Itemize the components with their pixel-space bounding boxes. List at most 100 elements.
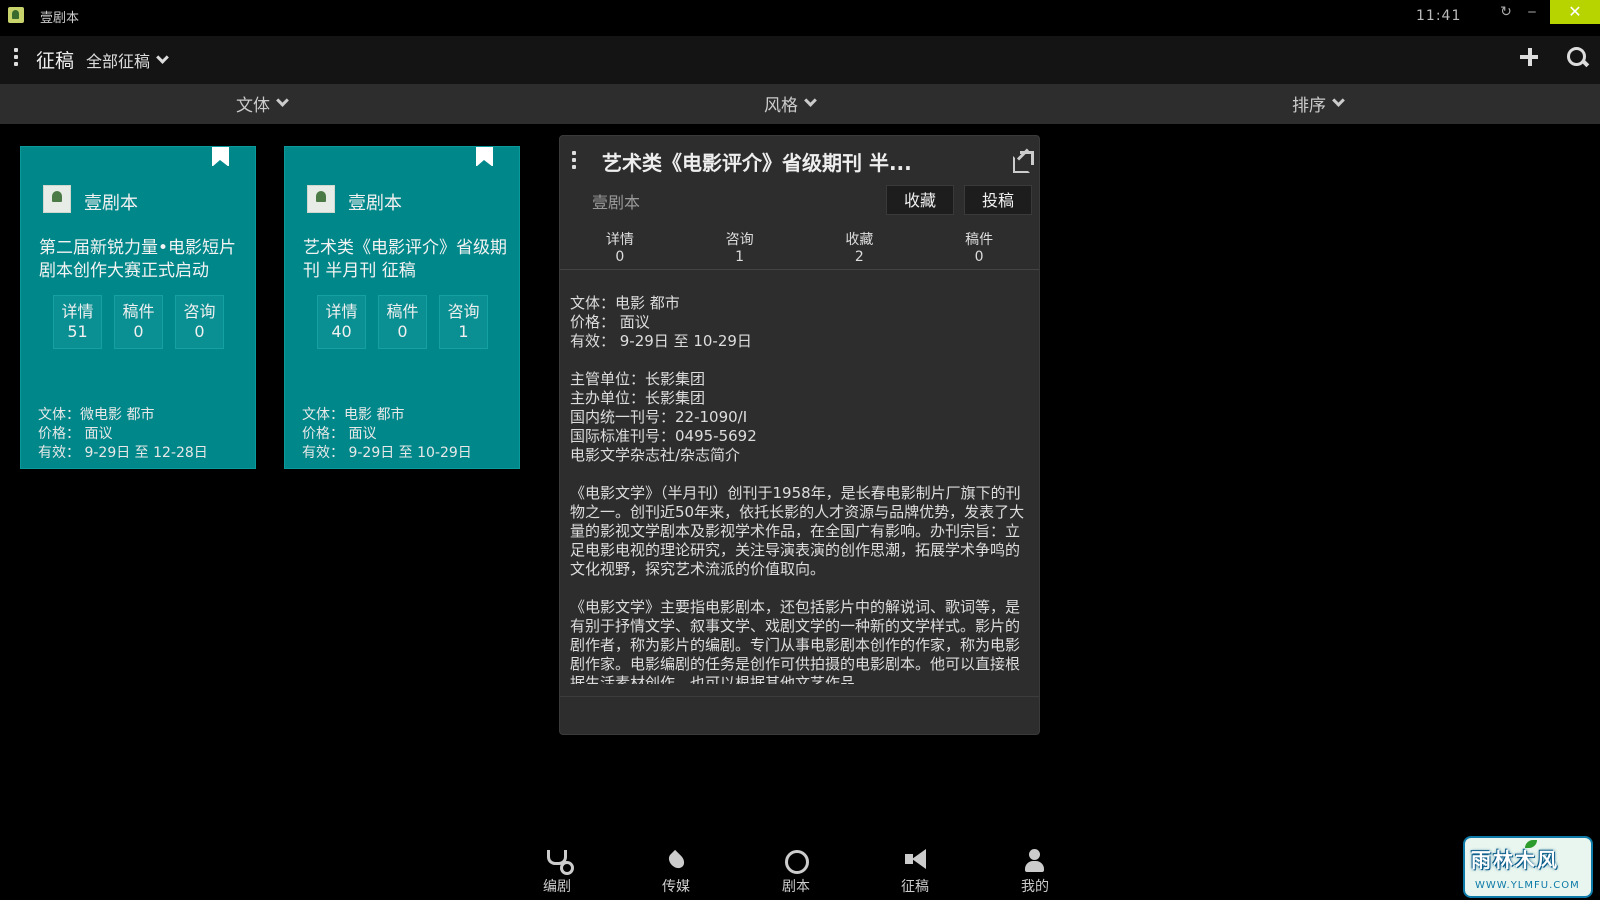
genre-filter[interactable]: 文体 xyxy=(236,91,289,116)
org-logo xyxy=(43,185,71,213)
minimize-button[interactable]: ‒ xyxy=(1520,0,1544,24)
nav-label: 我的 xyxy=(1021,879,1049,895)
card-title: 艺术类《电影评介》省级期刊 半月刊 征稿 xyxy=(303,238,507,281)
stat-value: 51 xyxy=(67,322,88,341)
stat-inquiries: 咨询 1 xyxy=(439,295,488,349)
close-button[interactable]: ✕ xyxy=(1550,0,1600,24)
nav-screenwriter[interactable]: 编剧 xyxy=(532,848,582,896)
card-validity: 有效： 9-29日 至 12-28日 xyxy=(38,445,208,461)
detail-organizer: 主办单位：长影集团 xyxy=(570,389,706,407)
stat-label: 详情 xyxy=(61,302,94,321)
person-icon xyxy=(1022,848,1048,874)
watermark-logo: 雨林木风 WWW.YLMFU.COM xyxy=(1463,836,1593,898)
card-org: 壹剧本 xyxy=(84,193,138,214)
detail-menu-icon[interactable] xyxy=(570,151,578,173)
nav-calls[interactable]: 征稿 xyxy=(890,848,940,896)
card-stats: 详情 51 稿件 0 咨询 0 xyxy=(53,295,224,349)
style-filter[interactable]: 风格 xyxy=(764,91,817,116)
detail-paragraph: 《电影文学》（半月刊）创刊于1958年，是长春电影制片厂旗下的刊物之一。创刊近5… xyxy=(570,484,1025,578)
detail-intro-heading: 电影文学杂志社/杂志简介 xyxy=(570,446,741,464)
all-calls-dropdown[interactable]: 全部征稿 xyxy=(86,48,169,72)
sort-filter-label: 排序 xyxy=(1292,96,1326,116)
window-titlebar: 壹剧本 11:41 ↻ ‒ ✕ xyxy=(0,0,1600,32)
genre-filter-label: 文体 xyxy=(236,96,270,116)
nav-label: 剧本 xyxy=(782,879,810,895)
filter-bar: 文体 风格 排序 xyxy=(0,84,1600,124)
card-price: 价格： 面议 xyxy=(38,426,113,442)
chevron-down-icon xyxy=(804,94,817,107)
sort-filter[interactable]: 排序 xyxy=(1292,91,1345,116)
external-link-icon[interactable] xyxy=(1012,148,1034,173)
stat-label: 稿件 xyxy=(965,232,994,248)
card-meta: 文体：微电影 都市 价格： 面议 有效： 9-29日 至 12-28日 xyxy=(38,406,208,463)
submit-button[interactable]: 投稿 xyxy=(964,185,1032,215)
stethoscope-icon xyxy=(544,848,574,875)
megaphone-icon xyxy=(902,848,928,874)
stat-label: 稿件 xyxy=(122,302,155,321)
detail-validity: 有效： 9-29日 至 10-29日 xyxy=(570,332,752,350)
stat-label: 收藏 xyxy=(845,232,874,248)
card-validity: 有效： 9-29日 至 10-29日 xyxy=(302,445,472,461)
stat-label: 稿件 xyxy=(386,302,419,321)
nav-media[interactable]: 传媒 xyxy=(651,848,701,896)
detail-org: 壹剧本 xyxy=(592,193,641,212)
detail-issn: 国际标准刊号：0495-5692 xyxy=(570,427,757,445)
card-stats: 详情 40 稿件 0 咨询 1 xyxy=(317,295,488,349)
card-meta: 文体：电影 都市 价格： 面议 有效： 9-29日 至 10-29日 xyxy=(302,406,472,463)
all-calls-label: 全部征稿 xyxy=(86,52,151,71)
stat-submissions: 稿件 0 xyxy=(114,295,163,349)
refresh-icon[interactable]: ↻ xyxy=(1494,0,1518,24)
chevron-down-icon xyxy=(1332,94,1345,107)
watermark-url: WWW.YLMFU.COM xyxy=(1475,880,1580,891)
stat-submissions: 稿件 0 xyxy=(378,295,427,349)
detail-info: 文体：电影 都市 价格： 面议 有效： 9-29日 至 10-29日 xyxy=(570,294,1025,351)
call-card[interactable]: 壹剧本 第二届新锐力量•电影短片剧本创作大赛正式启动 详情 51 稿件 0 咨询… xyxy=(20,146,256,469)
card-org: 壹剧本 xyxy=(348,193,402,214)
card-genre: 文体：电影 都市 xyxy=(302,407,405,423)
stat-label: 咨询 xyxy=(725,232,754,248)
stat-details: 详情 40 xyxy=(317,295,366,349)
style-filter-label: 风格 xyxy=(764,96,798,116)
call-card[interactable]: 壹剧本 艺术类《电影评介》省级期刊 半月刊 征稿 详情 40 稿件 0 咨询 1… xyxy=(284,146,520,469)
app-logo-icon xyxy=(8,7,24,23)
chevron-down-icon xyxy=(156,50,169,64)
detail-publisher: 主管单位：长影集团 主办单位：长影集团 国内统一刊号：22-1090/I 国际标… xyxy=(570,370,1025,465)
detail-stat-inquiries: 咨询 1 xyxy=(680,232,800,269)
search-icon[interactable] xyxy=(1566,46,1590,70)
stat-value: 1 xyxy=(458,322,469,341)
app-header: 征稿 全部征稿 xyxy=(0,36,1600,84)
detail-panel: 艺术类《电影评介》省级期刊 半... 壹剧本 收藏 投稿 详情 0 咨询 1 收… xyxy=(559,135,1040,735)
detail-stats: 详情 0 咨询 1 收藏 2 稿件 0 xyxy=(560,232,1039,270)
detail-stat-submissions: 稿件 0 xyxy=(919,232,1039,269)
detail-sponsor: 主管单位：长影集团 xyxy=(570,370,706,388)
org-logo xyxy=(307,185,335,213)
bottom-nav: 编剧 传媒 剧本 征稿 我的 xyxy=(0,842,1600,900)
stat-label: 咨询 xyxy=(447,302,480,321)
bookmark-icon[interactable] xyxy=(212,147,229,167)
ring-icon xyxy=(783,848,809,874)
detail-cn-number: 国内统一刊号：22-1090/I xyxy=(570,408,748,426)
menu-icon[interactable] xyxy=(12,48,20,70)
add-icon[interactable] xyxy=(1518,46,1542,70)
stat-label: 咨询 xyxy=(183,302,216,321)
stat-value: 0 xyxy=(397,322,408,341)
stat-value: 40 xyxy=(331,322,352,341)
chevron-down-icon xyxy=(276,94,289,107)
nav-scripts[interactable]: 剧本 xyxy=(771,848,821,896)
bookmark-icon[interactable] xyxy=(476,147,493,167)
card-title: 第二届新锐力量•电影短片剧本创作大赛正式启动 xyxy=(39,238,237,281)
stat-label: 详情 xyxy=(605,232,634,248)
stat-label: 详情 xyxy=(325,302,358,321)
card-genre: 文体：微电影 都市 xyxy=(38,407,155,423)
nav-label: 征稿 xyxy=(901,879,929,895)
detail-price: 价格： 面议 xyxy=(570,313,650,331)
nav-mine[interactable]: 我的 xyxy=(1010,848,1060,896)
stat-inquiries: 咨询 0 xyxy=(175,295,224,349)
detail-body[interactable]: 文体：电影 都市 价格： 面议 有效： 9-29日 至 10-29日 主管单位：… xyxy=(570,294,1025,684)
stat-value: 1 xyxy=(735,249,745,265)
detail-stat-details: 详情 0 xyxy=(560,232,680,269)
favorite-button[interactable]: 收藏 xyxy=(886,185,954,215)
flame-icon xyxy=(663,848,689,874)
stat-details: 详情 51 xyxy=(53,295,102,349)
detail-stat-favorites: 收藏 2 xyxy=(800,232,920,269)
